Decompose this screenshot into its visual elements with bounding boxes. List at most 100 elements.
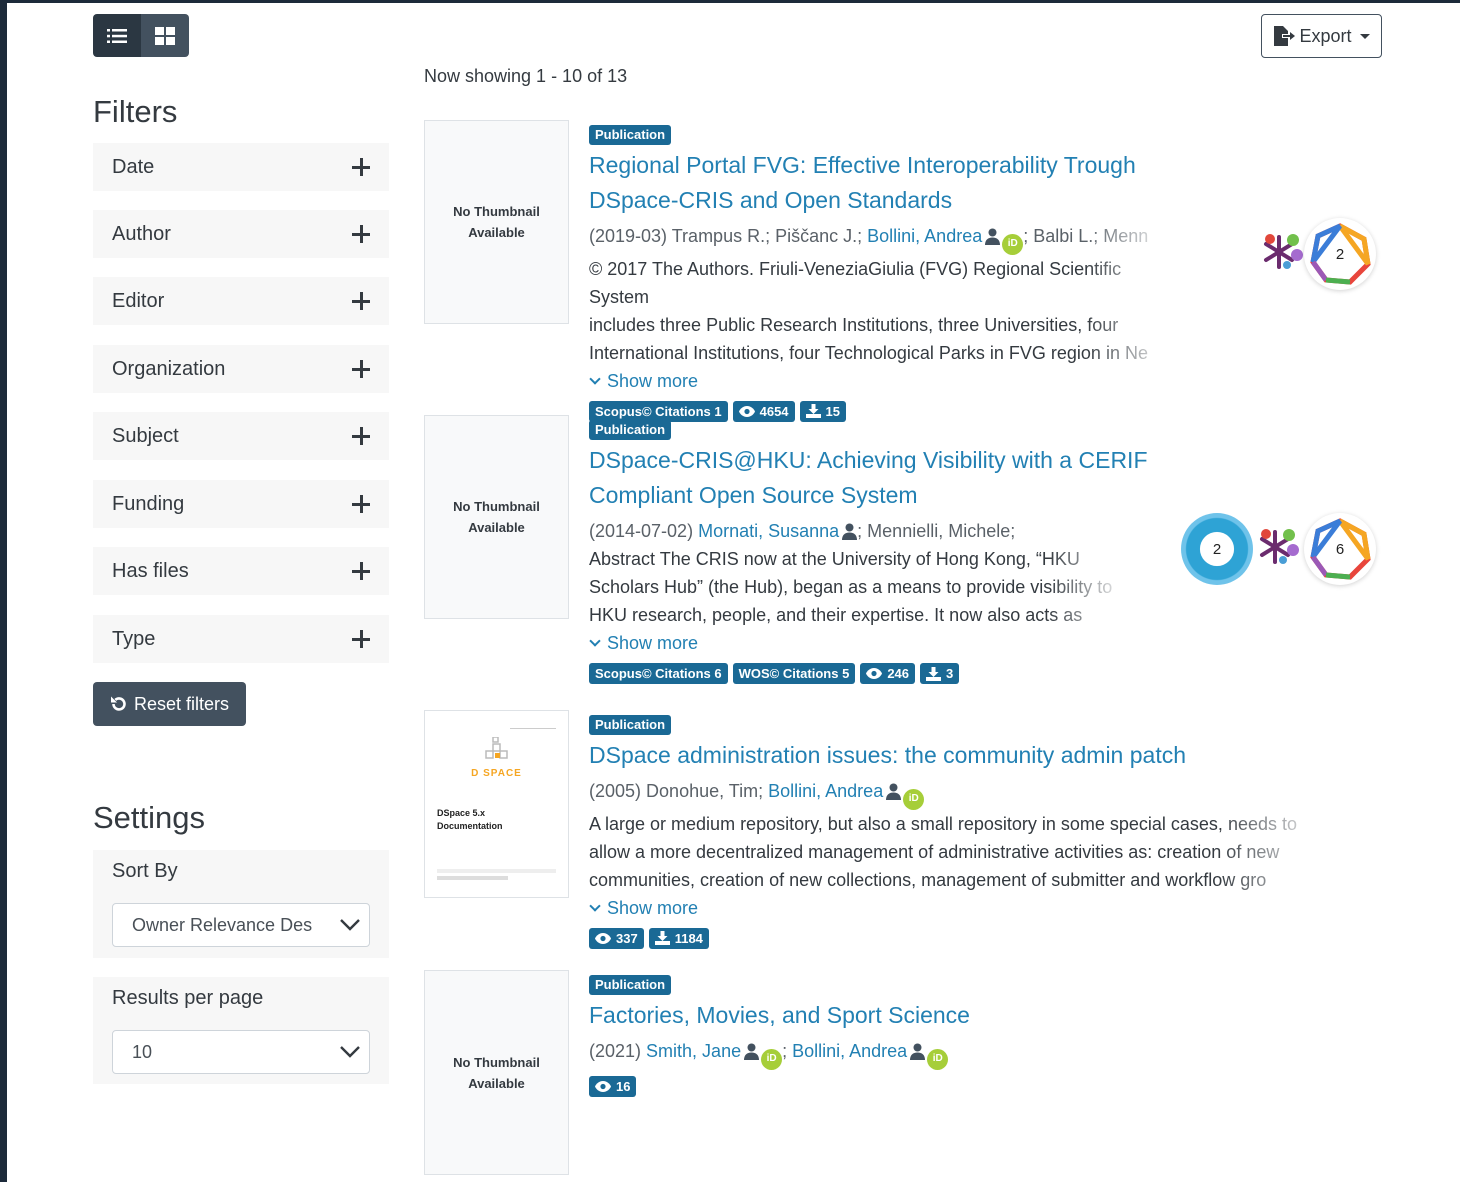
type-badge: Publication — [589, 420, 672, 440]
plumx-icon[interactable] — [1257, 526, 1301, 570]
plus-icon — [352, 360, 370, 378]
orcid-icon[interactable]: iD — [927, 1048, 949, 1070]
facet-author[interactable]: Author — [93, 210, 389, 258]
abstract-line: Scholars Hub” (the Hub), began as a mean… — [589, 577, 1113, 597]
dspace-logo-icon — [484, 737, 508, 759]
title-line: DSpace administration issues: the commun… — [589, 742, 1187, 768]
show-more-link[interactable]: Show more — [589, 894, 1349, 922]
thumbnail-placeholder[interactable]: No Thumbnail Available — [424, 415, 569, 619]
results-per-page-label: Results per page — [112, 987, 264, 1009]
views-badge[interactable]: 16 — [589, 1075, 637, 1097]
result-metadata: (2019-03) Trampus R.; Piščanc J.; Bollin… — [589, 222, 1174, 255]
chevron-down-icon — [340, 1046, 360, 1058]
views-badge[interactable]: 337 — [589, 927, 644, 949]
result-item: Publication Factories, Movies, and Sport… — [589, 975, 1349, 1097]
downloads-badge[interactable]: 1184 — [648, 927, 709, 949]
facet-has-files[interactable]: Has files — [93, 547, 389, 595]
facet-type[interactable]: Type — [93, 615, 389, 663]
window-frame-top — [0, 0, 1460, 3]
abstract-line: International Institutions, four Technol… — [589, 342, 1148, 363]
eye-icon — [595, 932, 611, 944]
grid-view-button[interactable] — [141, 14, 189, 57]
result-date: (2019-03) — [589, 226, 668, 246]
abstract-line: includes three Public Research Instituti… — [589, 314, 1119, 335]
result-abstract: © 2017 The Authors. Friuli-VeneziaGiulia… — [589, 255, 1174, 367]
downloads-badge[interactable]: 3 — [920, 663, 960, 684]
author-list: ; Mennielli, Michele; — [857, 521, 1016, 541]
person-icon[interactable] — [910, 1043, 926, 1060]
author-link[interactable]: Mornati, Susanna — [698, 521, 839, 541]
abstract-line: © 2017 The Authors. Friuli-VeneziaGiulia… — [589, 258, 1122, 307]
downloads-count: 3 — [946, 666, 954, 681]
facet-organization[interactable]: Organization — [93, 345, 389, 393]
result-title-link[interactable]: DSpace-CRIS@HKU: Achieving Visibility wi… — [589, 443, 1349, 513]
show-more-link[interactable]: Show more — [589, 629, 1349, 657]
result-metadata: (2005) Donohue, Tim; Bollini, Andrea iD — [589, 777, 1349, 810]
thumbnail-placeholder[interactable]: No Thumbnail Available — [424, 120, 569, 324]
result-stats: Scopus© Citations 1 4654 15 — [589, 400, 1349, 422]
downloads-badge[interactable]: 15 — [799, 400, 846, 422]
facet-funding[interactable]: Funding — [93, 480, 389, 528]
chevron-down-icon — [340, 919, 360, 931]
no-thumbnail-label: No Thumbnail Available — [453, 499, 540, 535]
plus-icon — [352, 158, 370, 176]
document-thumbnail[interactable]: D SPACE DSpace 5.x Documentation — [424, 710, 569, 898]
sort-by-select[interactable]: Owner Relevance Des — [112, 903, 370, 947]
dimensions-count: 2 — [1335, 245, 1345, 263]
person-icon[interactable] — [842, 523, 858, 540]
author-separator: ; — [782, 1041, 793, 1061]
scopus-citations-badge[interactable]: Scopus© Citations 1 — [589, 400, 728, 422]
result-date: (2021) — [589, 1041, 642, 1061]
views-badge[interactable]: 246 — [860, 663, 916, 684]
dimensions-badge[interactable]: 6 — [1304, 513, 1376, 585]
facet-subject[interactable]: Subject — [93, 412, 389, 460]
facet-label: Funding — [112, 492, 185, 515]
altmetric-badge[interactable]: 2 — [1181, 513, 1253, 585]
person-icon[interactable] — [744, 1043, 760, 1060]
views-badge[interactable]: 4654 — [732, 400, 795, 422]
title-line: Regional Portal FVG: Effective Interoper… — [589, 152, 1136, 178]
reset-filters-button[interactable]: Reset filters — [93, 682, 246, 726]
facet-label: Type — [112, 627, 156, 650]
facet-editor[interactable]: Editor — [93, 277, 389, 325]
result-stats: 16 — [589, 1075, 1349, 1097]
title-line: Compliant Open Source System — [589, 482, 918, 508]
orcid-icon[interactable]: iD — [1002, 233, 1024, 255]
result-title-link[interactable]: Factories, Movies, and Sport Science — [589, 998, 1349, 1033]
facet-date[interactable]: Date — [93, 143, 389, 191]
window-frame-left — [0, 0, 7, 1182]
facet-label: Has files — [112, 559, 189, 582]
author-link[interactable]: Bollini, Andrea — [867, 226, 982, 246]
scopus-citations-badge[interactable]: Scopus© Citations 6 — [589, 663, 728, 684]
type-badge: Publication — [589, 125, 672, 145]
person-icon[interactable] — [985, 228, 1001, 245]
author-link[interactable]: Bollini, Andrea — [792, 1041, 907, 1061]
views-count: 16 — [616, 1078, 631, 1094]
author-link[interactable]: Smith, Jane — [646, 1041, 741, 1061]
settings-heading: Settings — [93, 800, 206, 835]
orcid-icon[interactable]: iD — [761, 1048, 783, 1070]
results-per-page-select[interactable]: 10 — [112, 1030, 370, 1074]
grid-icon — [155, 26, 175, 45]
list-view-button[interactable] — [93, 14, 141, 57]
dimensions-badge[interactable]: 2 — [1304, 218, 1376, 290]
chevron-down-icon — [589, 635, 601, 647]
plus-icon — [352, 427, 370, 445]
person-icon[interactable] — [886, 783, 902, 800]
result-title-link[interactable]: Regional Portal FVG: Effective Interoper… — [589, 148, 1349, 218]
thumbnail-placeholder[interactable]: No Thumbnail Available — [424, 970, 569, 1175]
result-abstract: Abstract The CRIS now at the University … — [589, 545, 1129, 629]
result-stats: Scopus© Citations 6 WOS© Citations 5 246… — [589, 663, 1349, 684]
export-button[interactable]: Export — [1261, 14, 1382, 58]
show-more-link[interactable]: Show more — [589, 367, 1349, 395]
file-export-icon — [1274, 26, 1296, 46]
result-stats: 337 1184 — [589, 927, 1349, 949]
orcid-icon[interactable]: iD — [903, 788, 925, 810]
downloads-count: 1184 — [674, 930, 703, 946]
wos-citations-badge[interactable]: WOS© Citations 5 — [732, 663, 856, 684]
result-date: (2005) — [589, 781, 642, 801]
plumx-icon[interactable] — [1261, 231, 1305, 275]
show-more-label: Show more — [607, 370, 699, 391]
result-title-link[interactable]: DSpace administration issues: the commun… — [589, 738, 1349, 773]
author-link[interactable]: Bollini, Andrea — [768, 781, 883, 801]
